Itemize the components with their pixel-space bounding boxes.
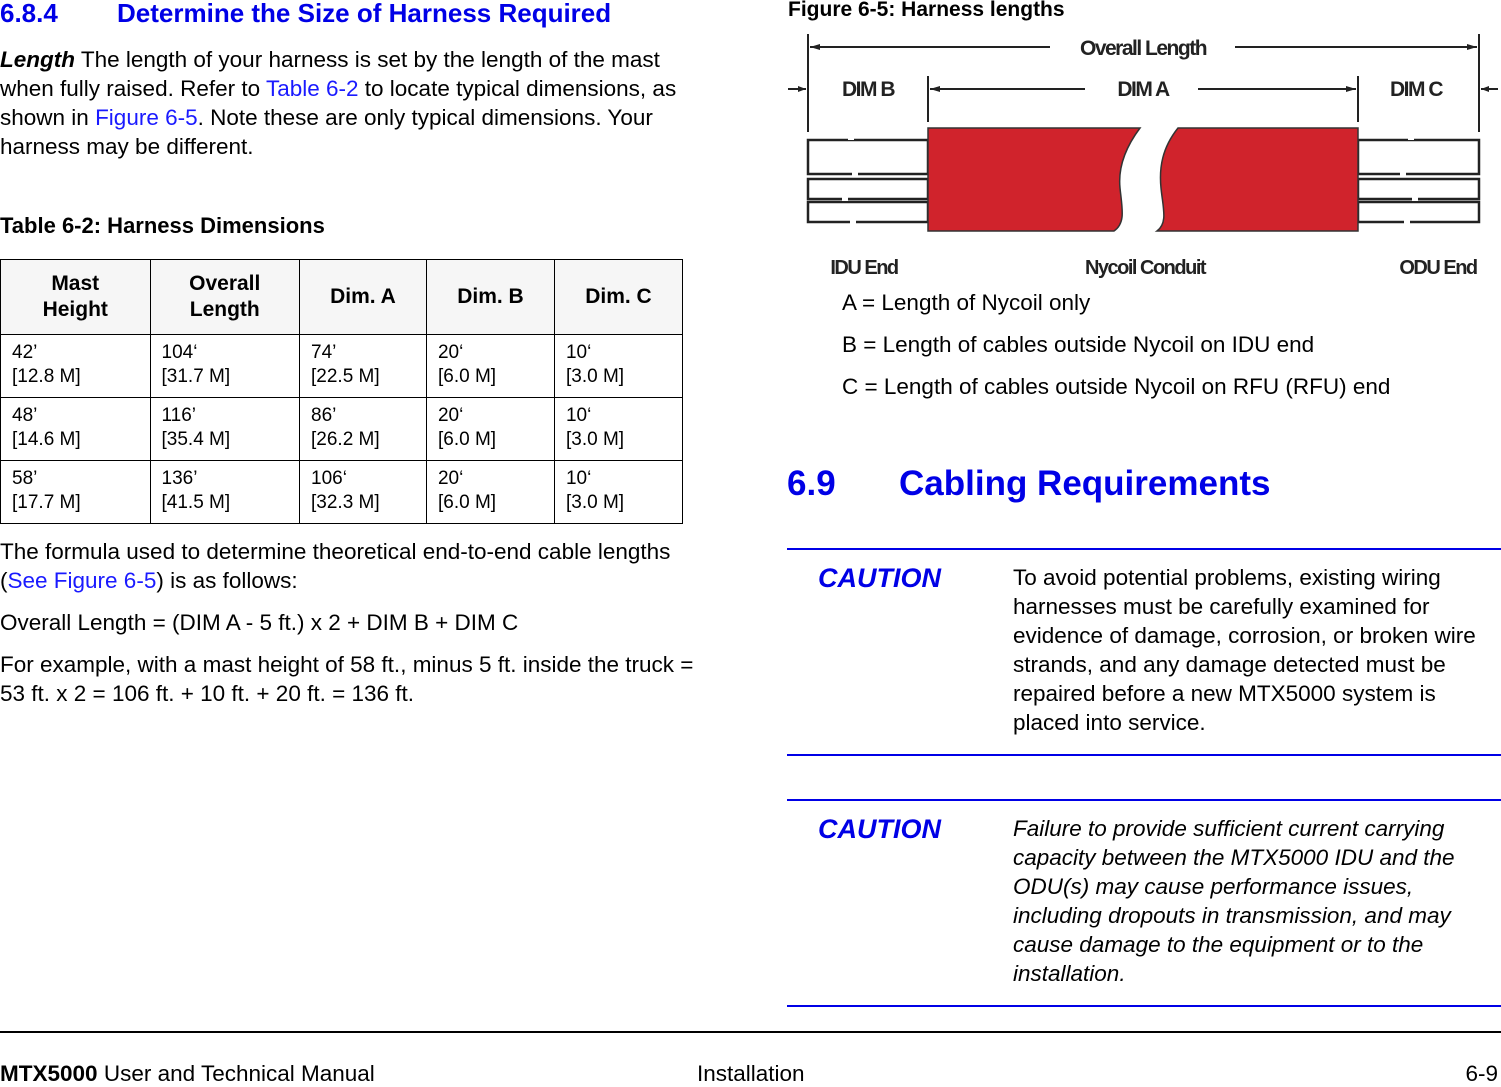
- formula-equation: Overall Length = (DIM A - 5 ft.) x 2 + D…: [0, 610, 519, 635]
- figure-caption: Figure 6-5: Harness lengths: [788, 0, 1065, 21]
- legend-c: C = Length of cables outside Nycoil on R…: [842, 374, 1391, 399]
- footer-rule: [0, 1031, 1501, 1033]
- header-dim-a: Dim. A: [299, 259, 427, 335]
- table-cell: 20‘ [6.0 M]: [425, 334, 555, 398]
- caution-rule: [787, 799, 1501, 801]
- footer-manual-title: MTX5000 User and Technical Manual: [0, 1061, 375, 1087]
- table-caption: Table 6-2: Harness Dimensions: [0, 213, 325, 238]
- caution-rule: [787, 754, 1501, 756]
- dim-b-label: DIM B: [842, 78, 895, 101]
- section-number: 6.8.4: [0, 0, 58, 28]
- caution-rule: [787, 1005, 1501, 1007]
- idu-cables: [806, 138, 930, 224]
- caution-label: CAUTION: [818, 563, 941, 593]
- figure-link[interactable]: See Figure 6-5: [8, 568, 157, 593]
- section-title: Determine the Size of Harness Required: [117, 0, 612, 28]
- table-cell: 20‘ [6.0 M]: [425, 397, 555, 461]
- table-cell: 20‘ [6.0 M]: [425, 460, 555, 524]
- table-link[interactable]: Table 6-2: [266, 76, 359, 101]
- idu-end-label: IDU End: [830, 257, 898, 279]
- figure-link[interactable]: Figure 6-5: [95, 105, 198, 130]
- formula-example: For example, with a mast height of 58 ft…: [0, 652, 694, 706]
- table-cell: 86’ [26.2 M]: [299, 397, 427, 461]
- table-cell: 136’ [41.5 M]: [149, 460, 300, 524]
- cable: [806, 138, 930, 176]
- footer-page-number: 6-9: [1465, 1061, 1498, 1086]
- table-cell: 42’ [12.8 M]: [0, 334, 151, 398]
- arrowhead: [810, 44, 820, 50]
- table-cell: 58’ [17.7 M]: [0, 460, 151, 524]
- overall-length-label: Overall Length: [1080, 37, 1207, 60]
- arrowhead: [1346, 86, 1356, 92]
- cabling-heading: 6.9 Cabling Requirements: [787, 464, 1270, 504]
- footer-chapter: Installation: [697, 1061, 805, 1086]
- intro-paragraph: Length The length of your harness is set…: [0, 45, 712, 161]
- table-cell: 10‘ [3.0 M]: [553, 334, 684, 398]
- cable: [1356, 200, 1481, 224]
- section-heading: 6.8.4 Determine the Size of Harness Requi…: [0, 0, 611, 29]
- table-row: 42’ [12.8 M] 104‘ [31.7 M] 74’ [22.5 M] 20‘…: [0, 334, 684, 398]
- harness-dimensions-table: Mast Height Overall Length Dim. A Dim. B D…: [0, 259, 684, 524]
- cabling-section-title: Cabling Requirements: [899, 464, 1271, 503]
- cable: [806, 177, 930, 201]
- footer-manual: User and Technical Manual: [97, 1061, 375, 1086]
- nycoil-conduit-right: [1154, 127, 1359, 232]
- header-mast-height: Mast Height: [0, 259, 151, 335]
- cable: [1356, 177, 1481, 201]
- harness-lengths-diagram: Overall Length DIM B DIM A DIM C IDU End…: [788, 34, 1498, 279]
- formula-intro-text: ) is as follows:: [156, 568, 298, 593]
- header-overall-length: Overall Length: [149, 259, 300, 335]
- cable: [806, 200, 930, 224]
- table-cell: 10‘ [3.0 M]: [553, 460, 684, 524]
- arrowhead: [930, 86, 940, 92]
- legend-a: A = Length of Nycoil only: [842, 290, 1091, 315]
- table-cell: 74’ [22.5 M]: [299, 334, 427, 398]
- header-dim-b: Dim. B: [425, 259, 555, 335]
- table-header-row: Mast Height Overall Length Dim. A Dim. B D…: [0, 259, 684, 335]
- arrowhead: [798, 86, 806, 92]
- nycoil-conduit-label: Nycoil Conduit: [1085, 257, 1207, 279]
- caution-text: To avoid potential problems, existing wi…: [1013, 565, 1476, 735]
- dim-a-label: DIM A: [1117, 78, 1170, 101]
- intro-lead: Length: [0, 47, 75, 72]
- table-cell: 10‘ [3.0 M]: [553, 397, 684, 461]
- caution-label: CAUTION: [818, 814, 941, 844]
- caution-rule: [787, 548, 1501, 550]
- dim-c-label: DIM C: [1390, 78, 1443, 101]
- nycoil-conduit-left: [927, 127, 1142, 232]
- formula-intro: The formula used to determine theoretica…: [0, 537, 700, 595]
- caution-text: Failure to provide sufficient current ca…: [1013, 816, 1455, 986]
- cable: [1356, 138, 1481, 176]
- table-row: 58’ [17.7 M] 136’ [41.5 M] 106‘ [32.3 M] 20…: [0, 460, 684, 524]
- table-cell: 48’ [14.6 M]: [0, 397, 151, 461]
- table-cell: 104‘ [31.7 M]: [149, 334, 300, 398]
- arrowhead: [1467, 44, 1477, 50]
- table-row: 48’ [14.6 M] 116’ [35.4 M] 86’ [26.2 M] 20‘…: [0, 397, 684, 461]
- header-dim-c: Dim. C: [553, 259, 684, 335]
- footer-product: MTX5000: [0, 1061, 98, 1086]
- table-cell: 116’ [35.4 M]: [149, 397, 300, 461]
- cabling-section-number: 6.9: [787, 464, 836, 503]
- table-cell: 106‘ [32.3 M]: [299, 460, 427, 524]
- odu-cables: [1356, 138, 1481, 224]
- odu-end-label: ODU End: [1399, 257, 1477, 279]
- arrowhead: [1481, 86, 1489, 92]
- legend-b: B = Length of cables outside Nycoil on I…: [842, 332, 1315, 357]
